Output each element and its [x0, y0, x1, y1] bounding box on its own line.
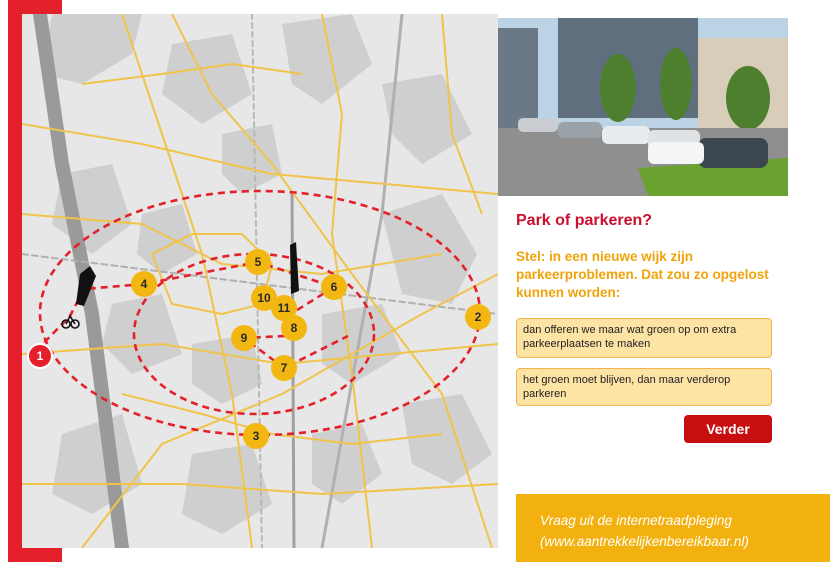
- route-marker-4[interactable]: 4: [131, 271, 157, 297]
- route-marker-3[interactable]: 3: [243, 423, 269, 449]
- question-panel: Park of parkeren? Stel: in een nieuwe wi…: [498, 14, 788, 548]
- next-button[interactable]: Verder: [684, 415, 772, 443]
- caption-line-1: Vraag uit de internetraadpleging: [540, 513, 732, 528]
- question-intro: Stel: in een nieuwe wijk zijn parkeerpro…: [516, 249, 769, 300]
- city-map: 1 2 3 4 5 6 7 8 9 10 11: [22, 14, 498, 548]
- question-title: Park of parkeren?: [516, 212, 653, 229]
- route-marker-1[interactable]: 1: [27, 343, 53, 369]
- route-marker-11[interactable]: 11: [271, 295, 297, 321]
- answer-option-1[interactable]: dan offeren we maar wat groen op om extr…: [516, 318, 772, 358]
- brand-bar-left: [8, 0, 22, 562]
- route-marker-7[interactable]: 7: [271, 355, 297, 381]
- route-marker-5[interactable]: 5: [245, 249, 271, 275]
- route-marker-2[interactable]: 2: [465, 304, 491, 330]
- caption-box: Vraag uit de internetraadpleging (www.aa…: [516, 494, 830, 562]
- route-marker-9[interactable]: 9: [231, 325, 257, 351]
- caption-line-2: (www.aantrekkelijkenbereikbaar.nl): [540, 534, 749, 549]
- brand-bar-bottom: [8, 548, 62, 562]
- parking-photo: [498, 18, 788, 196]
- brand-bar-top: [8, 0, 62, 14]
- map-drawing: [22, 14, 498, 548]
- route-marker-6[interactable]: 6: [321, 274, 347, 300]
- answer-option-2[interactable]: het groen moet blijven, dan maar verdero…: [516, 368, 772, 406]
